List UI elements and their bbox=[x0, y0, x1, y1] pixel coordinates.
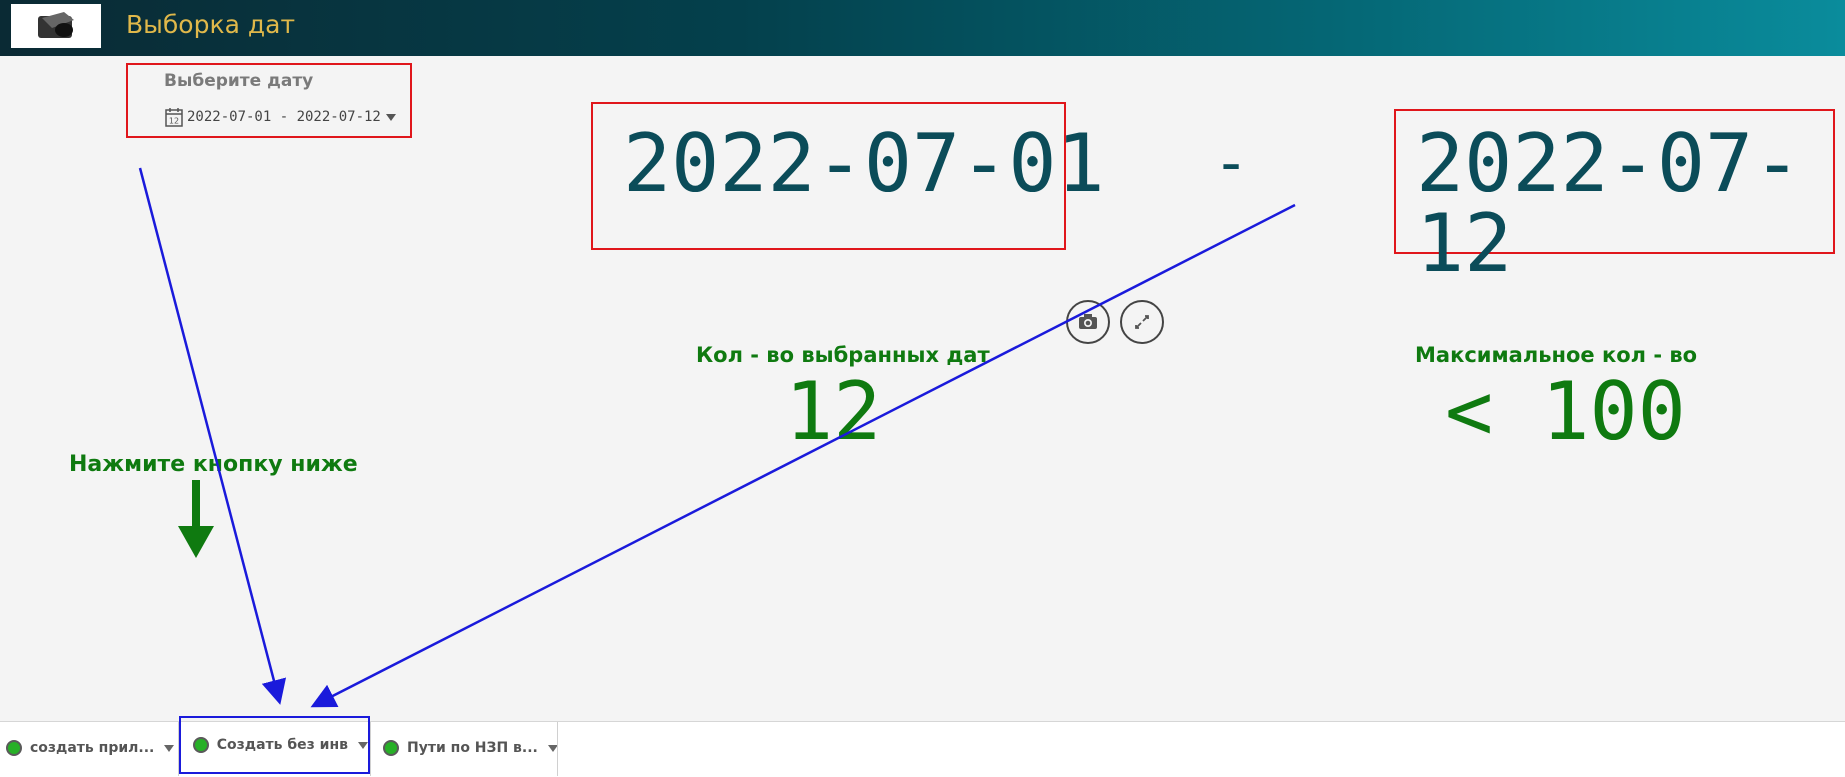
annotation-arrow-right bbox=[310, 203, 1296, 708]
annotation-arrows bbox=[138, 167, 1296, 708]
sheet-button-label: Создать без инв bbox=[216, 737, 348, 753]
sheet-button-label: создать прил... bbox=[30, 740, 155, 756]
status-dot-icon bbox=[193, 737, 209, 753]
divider bbox=[557, 722, 558, 776]
chevron-down-icon[interactable] bbox=[358, 741, 368, 749]
divider bbox=[370, 722, 371, 776]
status-dot-icon bbox=[6, 740, 22, 756]
sheet-button-2[interactable]: Создать без инв bbox=[179, 716, 370, 774]
chevron-down-icon[interactable] bbox=[164, 744, 175, 752]
status-dot-icon bbox=[383, 740, 399, 756]
annotation-arrow-left bbox=[138, 167, 287, 705]
sheet-button-3[interactable]: Пути по НЗП в... bbox=[383, 722, 558, 774]
sheet-button-1[interactable]: создать прил... bbox=[6, 722, 175, 774]
sheet-button-label: Пути по НЗП в... bbox=[407, 740, 538, 756]
